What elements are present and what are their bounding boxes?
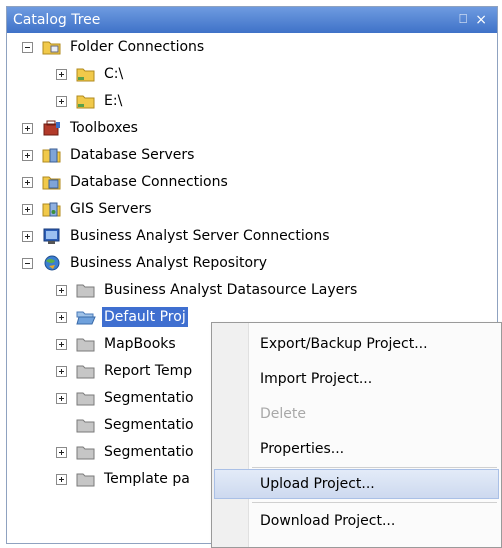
expand-toggle[interactable] <box>56 96 67 107</box>
toolbox-icon <box>43 120 60 136</box>
menu-item-download-project[interactable]: Download Project... <box>214 506 499 536</box>
tree-item-label: Template pa <box>104 471 190 487</box>
grey-folder-icon <box>76 284 95 298</box>
tree-item-label: Report Temp <box>104 363 193 379</box>
expand-toggle[interactable] <box>56 447 67 458</box>
tree-item-label: Business Analyst Datasource Layers <box>104 282 358 298</box>
tree-item-label: Segmentatio <box>104 444 194 460</box>
gis-server-icon <box>42 202 61 217</box>
menu-item-export-backup-project[interactable]: Export/Backup Project... <box>214 329 499 359</box>
menu-item-properties[interactable]: Properties... <box>214 434 499 464</box>
menu-item-label: Import Project... <box>260 371 373 387</box>
tree-item-label: Segmentatio <box>104 417 194 433</box>
folder-icon <box>76 95 95 109</box>
menu-item-label: Delete <box>260 406 306 422</box>
expand-toggle[interactable] <box>22 150 33 161</box>
menu-item-label: Download Project... <box>260 513 396 529</box>
grey-folder-icon <box>76 392 95 406</box>
grey-folder-icon <box>76 338 95 352</box>
database-connection-icon <box>42 176 61 190</box>
panel-titlebar: Catalog Tree ⎕ × <box>7 7 497 33</box>
collapse-toggle[interactable] <box>22 258 33 269</box>
tree-item-label: E:\ <box>104 93 123 109</box>
database-server-icon <box>42 148 61 163</box>
expand-toggle[interactable] <box>56 312 67 323</box>
grey-folder-icon <box>76 446 95 460</box>
pin-icon[interactable]: ⎕ <box>459 7 467 33</box>
folder-icon <box>76 68 95 82</box>
repository-icon <box>44 255 60 271</box>
expand-toggle[interactable] <box>22 204 33 215</box>
expand-toggle[interactable] <box>56 366 67 377</box>
menu-separator <box>252 502 497 503</box>
server-connection-icon <box>43 228 60 244</box>
grey-folder-icon <box>76 473 95 487</box>
grey-folder-icon <box>76 419 95 433</box>
tree-item-label: Default Proj <box>102 307 188 327</box>
menu-separator <box>252 467 497 468</box>
tree-item-label: Segmentatio <box>104 390 194 406</box>
expand-toggle[interactable] <box>56 393 67 404</box>
menu-item-label: Properties... <box>260 441 345 457</box>
expand-toggle[interactable] <box>22 177 33 188</box>
expand-toggle[interactable] <box>56 474 67 485</box>
menu-item-delete: Delete <box>214 399 499 429</box>
tree-item-label: Database Connections <box>70 174 228 190</box>
expand-toggle[interactable] <box>22 123 33 134</box>
tree-item-label: MapBooks <box>104 336 176 352</box>
menu-item-upload-project[interactable]: Upload Project... <box>214 469 499 499</box>
menu-item-label: Upload Project... <box>260 476 375 492</box>
tree-item-label: Business Analyst Repository <box>70 255 268 271</box>
folder-connections-icon <box>42 41 61 55</box>
context-menu: Export/Backup Project... Import Project.… <box>211 322 502 548</box>
panel-title: Catalog Tree <box>13 12 101 28</box>
expand-toggle[interactable] <box>22 231 33 242</box>
tree-item-label: Database Servers <box>70 147 195 163</box>
menu-item-import-project[interactable]: Import Project... <box>214 364 499 394</box>
expand-toggle[interactable] <box>56 69 67 80</box>
expand-toggle[interactable] <box>56 285 67 296</box>
grey-folder-icon <box>76 365 95 379</box>
tree-item-label: C:\ <box>104 66 124 82</box>
close-icon[interactable]: × <box>475 7 487 33</box>
collapse-toggle[interactable] <box>22 42 33 53</box>
menu-item-label: Export/Backup Project... <box>260 336 428 352</box>
expand-toggle[interactable] <box>56 339 67 350</box>
open-folder-icon <box>76 311 96 325</box>
tree-item-label: Toolboxes <box>70 120 138 136</box>
tree-item-label: Folder Connections <box>70 39 205 55</box>
tree-item-label: Business Analyst Server Connections <box>70 228 330 244</box>
tree-item-label: GIS Servers <box>70 201 152 217</box>
